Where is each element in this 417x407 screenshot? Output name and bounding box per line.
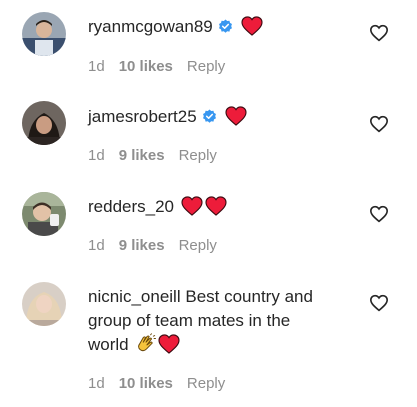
comment-body: nicnic_oneill Best country and: [88, 285, 313, 309]
comment-body: jamesrobert25: [88, 105, 247, 129]
username-link[interactable]: jamesrobert25: [88, 107, 197, 126]
verified-badge-icon: [218, 19, 232, 33]
username-link[interactable]: redders_20: [88, 197, 174, 216]
username-link[interactable]: ryanmcgowan89: [88, 17, 213, 36]
reply-button[interactable]: Reply: [187, 58, 225, 75]
comment-time: 1d: [88, 237, 105, 254]
comment-time: 1d: [88, 147, 105, 164]
verified-badge-icon: [202, 109, 216, 123]
red-heart-emoji-icon: [205, 196, 227, 216]
comment-meta: 1d 9 likes Reply: [88, 147, 231, 165]
clapping-hands-emoji-icon: [138, 333, 157, 352]
username-link[interactable]: nicnic_oneill: [88, 287, 181, 306]
likes-count-link[interactable]: 10 likes: [119, 58, 173, 75]
comment-body: redders_20: [88, 195, 227, 219]
likes-count-link[interactable]: 9 likes: [119, 147, 165, 164]
comment-meta: 1d 10 likes Reply: [88, 58, 239, 76]
comment-time: 1d: [88, 375, 105, 392]
comment-body: ryanmcgowan89: [88, 15, 264, 39]
like-heart-icon[interactable]: [369, 24, 389, 42]
likes-count-link[interactable]: 9 likes: [119, 237, 165, 254]
avatar[interactable]: [22, 192, 66, 236]
reply-button[interactable]: Reply: [179, 237, 217, 254]
comment-text-line: world: [88, 333, 180, 357]
like-heart-icon[interactable]: [369, 115, 389, 133]
like-heart-icon[interactable]: [369, 205, 389, 223]
reply-button[interactable]: Reply: [187, 375, 225, 392]
comments-list: ryanmcgowan89 1d 10 likes Reply jamesrober…: [0, 0, 417, 407]
comment-meta: 1d 9 likes Reply: [88, 237, 231, 255]
comment-time: 1d: [88, 58, 105, 75]
avatar[interactable]: [22, 12, 66, 56]
red-heart-emoji-icon: [241, 16, 264, 36]
comment-text: Best country and: [185, 287, 313, 306]
comment-text: world: [88, 335, 129, 354]
reply-button[interactable]: Reply: [179, 147, 217, 164]
avatar[interactable]: [22, 101, 66, 145]
red-heart-emoji-icon: [225, 106, 247, 126]
likes-count-link[interactable]: 10 likes: [119, 375, 173, 392]
red-heart-emoji-icon: [158, 334, 180, 354]
comment-text: group of team mates in the: [88, 311, 291, 330]
comment-meta: 1d 10 likes Reply: [88, 375, 239, 393]
comment-text-line: group of team mates in the: [88, 309, 290, 333]
red-heart-emoji-icon: [181, 196, 203, 216]
avatar[interactable]: [22, 282, 66, 326]
like-heart-icon[interactable]: [369, 294, 389, 312]
